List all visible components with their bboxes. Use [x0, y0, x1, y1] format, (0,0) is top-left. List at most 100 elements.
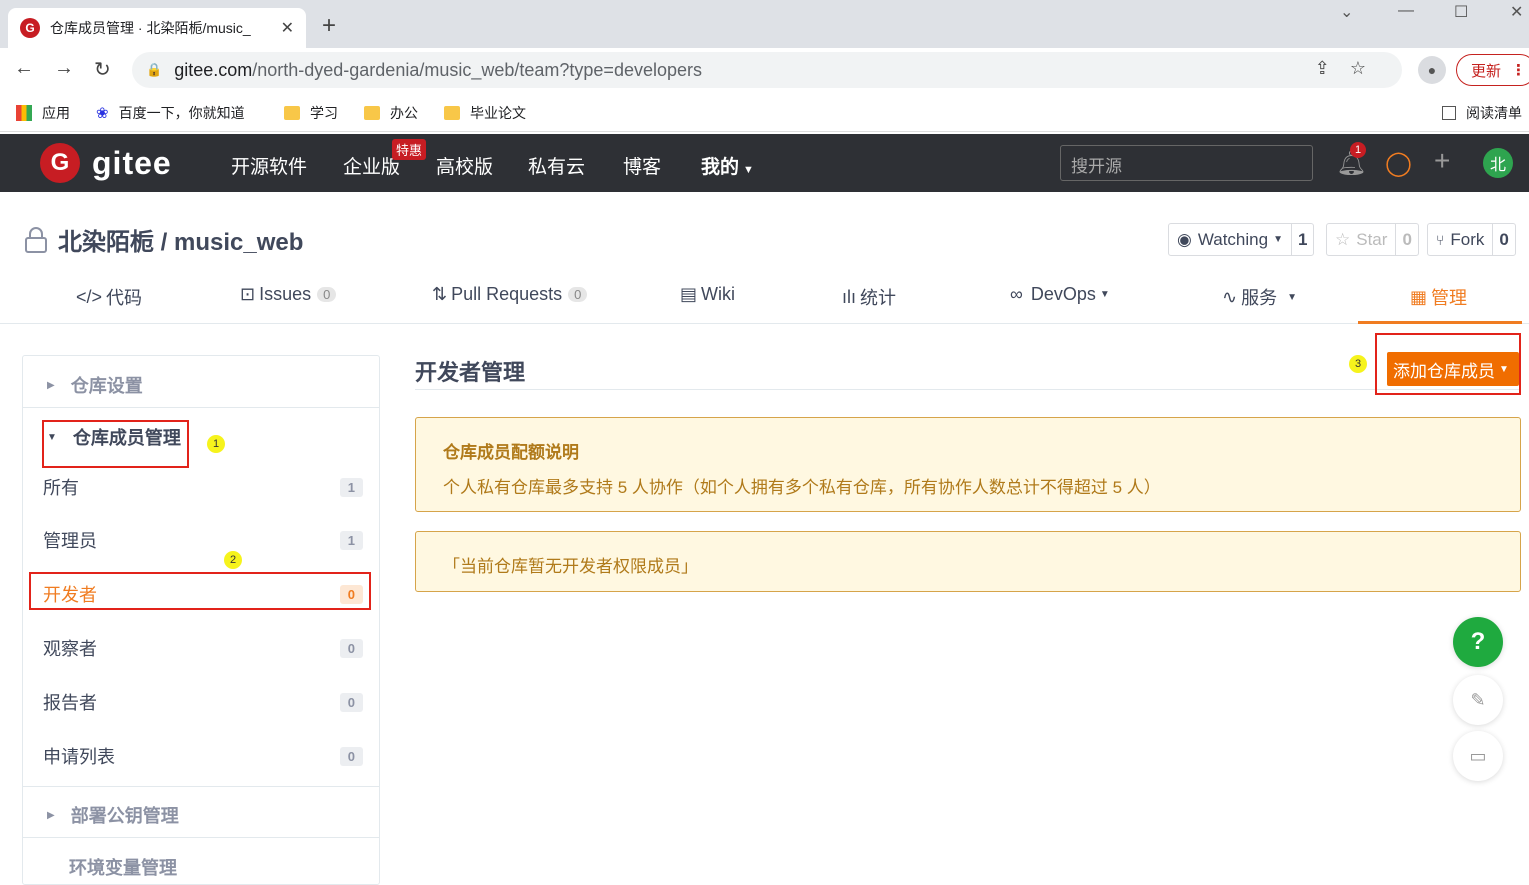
sidebar-item-all[interactable]: 所有 1	[43, 474, 363, 500]
bookmark-label: 办公	[390, 105, 418, 121]
close-window-icon[interactable]: ✕	[1510, 2, 1523, 22]
fork-button[interactable]: ⑂ Fork 0	[1427, 223, 1516, 256]
tab-label: 统计	[860, 288, 897, 308]
fork-label: Fork	[1450, 229, 1485, 249]
bookmark-label: 百度一下，你就知道	[118, 105, 245, 121]
nav-mine-label: 我的	[701, 157, 740, 178]
avatar[interactable]: 北	[1483, 148, 1513, 178]
url-host: gitee.com	[174, 59, 253, 80]
new-tab-icon[interactable]: +	[322, 12, 336, 40]
forward-icon[interactable]: →	[54, 57, 74, 80]
nav-education[interactable]: 高校版	[436, 152, 493, 179]
tab-wiki[interactable]: ▤ Wiki	[680, 284, 735, 305]
bar-chart-icon: ılı	[842, 286, 857, 307]
nav-private-cloud[interactable]: 私有云	[528, 152, 585, 179]
maximize-icon[interactable]: ☐	[1454, 2, 1468, 22]
apps-grid-icon	[16, 105, 32, 121]
tab-title: 仓库成员管理 · 北染陌栀/music_	[50, 20, 251, 36]
sidebar-item-admins[interactable]: 管理员 1	[43, 527, 363, 553]
sidebar-item-observers[interactable]: 观察者 0	[43, 635, 363, 661]
page-title: 开发者管理	[415, 360, 526, 385]
tab-search-chevron-icon[interactable]: ⌄	[1340, 2, 1353, 22]
chat-icon[interactable]: ▭	[1453, 731, 1503, 781]
browser-tabstrip: G 仓库成员管理 · 北染陌栀/music_ ✕ + ⌄ — ☐ ✕	[0, 0, 1529, 48]
minimize-icon[interactable]: —	[1398, 2, 1414, 20]
address-bar[interactable]: 🔒 gitee.com/north-dyed-gardenia/music_we…	[132, 52, 1402, 88]
fork-icon: ⑂	[1436, 231, 1445, 248]
search-input[interactable]: 搜开源	[1060, 145, 1313, 181]
gitee-header: G gitee 开源软件 企业版 高校版 私有云 博客 我的 ▼ 搜开源 🔔︎ 1…	[0, 134, 1529, 192]
bookmark-thesis[interactable]: 毕业论文	[444, 103, 526, 123]
sidebar-item-count: 1	[339, 530, 363, 550]
repo-title-text[interactable]: 北染陌栀 / music_web	[58, 222, 303, 257]
close-tab-icon[interactable]: ✕	[281, 18, 294, 38]
feedback-edit-icon[interactable]: ✎	[1453, 675, 1503, 725]
share-icon[interactable]: ⇪	[1315, 58, 1350, 78]
caret-right-icon: ▶	[47, 379, 55, 391]
tab-issues[interactable]: ⊡ Issues 0	[240, 284, 337, 305]
sidebar-section-repo-settings[interactable]: ▶ 仓库设置	[47, 372, 143, 398]
tab-pull-requests[interactable]: ⇅ Pull Requests 0	[432, 284, 588, 305]
reading-list[interactable]: 阅读清单	[1442, 103, 1522, 123]
sidebar-section-deploy-keys[interactable]: ▶ 部署公钥管理	[47, 802, 179, 828]
browser-toolbar: ← → ↻ 🔒 gitee.com/north-dyed-gardenia/mu…	[0, 48, 1529, 92]
watch-count: 1	[1297, 229, 1308, 249]
url-path: /north-dyed-gardenia/music_web/team?type…	[252, 59, 702, 80]
sidebar-item-reporters[interactable]: 报告者 0	[43, 689, 363, 715]
nav-opensource[interactable]: 开源软件	[231, 152, 307, 179]
sidebar-item-count: 0	[339, 692, 363, 712]
bookmark-apps[interactable]: 应用	[16, 103, 70, 123]
annotation-box-3	[1375, 333, 1521, 395]
nav-blog[interactable]: 博客	[623, 152, 661, 179]
folder-icon	[444, 106, 460, 120]
tab-code[interactable]: </> 代码	[76, 284, 142, 310]
nav-mine[interactable]: 我的 ▼	[701, 152, 754, 179]
repo-title: 北染陌栀 / music_web	[24, 222, 303, 257]
watch-button[interactable]: ◉ Watching ▼ 1	[1168, 223, 1315, 256]
annotation-box-2	[29, 572, 371, 610]
divider	[415, 389, 1521, 390]
gitee-wordmark: gitee	[92, 144, 172, 181]
divider	[23, 837, 379, 838]
tab-manage[interactable]: ▦ 管理	[1410, 284, 1467, 310]
bookmark-star-icon[interactable]: ☆	[1350, 58, 1386, 78]
code-icon: </>	[76, 286, 103, 307]
gitee-logo-icon: G	[40, 143, 80, 183]
bookmark-baidu[interactable]: ❀ 百度一下，你就知道	[96, 103, 245, 123]
sidebar-item-label: 管理员	[43, 531, 97, 551]
quota-notice: 仓库成员配额说明 个人私有仓库最多支持 5 人协作（如个人拥有多个私有仓库，所有…	[415, 417, 1521, 512]
notification-badge: 1	[1350, 142, 1366, 158]
reload-icon[interactable]: ↻	[94, 57, 111, 82]
sidebar-item-label: 观察者	[43, 639, 97, 659]
tab-label: DevOps	[1030, 284, 1096, 304]
divider	[23, 407, 379, 408]
tab-count: 0	[317, 287, 337, 302]
help-button[interactable]: ?	[1453, 617, 1503, 667]
bookmark-study[interactable]: 学习	[284, 103, 338, 123]
update-button[interactable]: 更新 ⋮	[1456, 54, 1529, 86]
bookmark-work[interactable]: 办公	[364, 103, 418, 123]
profile-icon[interactable]: ●	[1418, 56, 1446, 84]
tab-services[interactable]: ∿ 服务 ▼	[1222, 284, 1297, 310]
gitee-logo[interactable]: G gitee	[40, 143, 172, 183]
plus-icon[interactable]: +	[1434, 145, 1450, 177]
pulse-icon: ∿	[1222, 286, 1238, 307]
star-button[interactable]: ☆ Star 0	[1326, 223, 1419, 256]
sidebar-section-env-vars[interactable]: 环境变量管理	[69, 854, 177, 880]
reading-list-icon	[1442, 106, 1456, 120]
back-icon[interactable]: ←	[14, 57, 34, 80]
folder-icon	[364, 106, 380, 120]
lightbulb-icon[interactable]: ◯	[1385, 149, 1412, 178]
tab-stats[interactable]: ılı 统计	[842, 284, 896, 310]
tab-label: Pull Requests	[451, 284, 563, 304]
bookmark-label: 学习	[310, 105, 338, 121]
annotation-marker-1: 1	[207, 435, 225, 453]
sidebar-item-label: 所有	[43, 478, 79, 498]
browser-tab[interactable]: G 仓库成员管理 · 北染陌栀/music_ ✕	[8, 8, 306, 48]
section-label: 环境变量管理	[69, 858, 177, 878]
sidebar-item-applications[interactable]: 申请列表 0	[43, 743, 363, 769]
tab-devops[interactable]: ∞ DevOps ▼	[1010, 284, 1110, 305]
tab-label: 服务	[1241, 288, 1278, 308]
more-menu-icon[interactable]: ⋮	[1511, 61, 1526, 79]
tab-label: 管理	[1431, 288, 1468, 308]
